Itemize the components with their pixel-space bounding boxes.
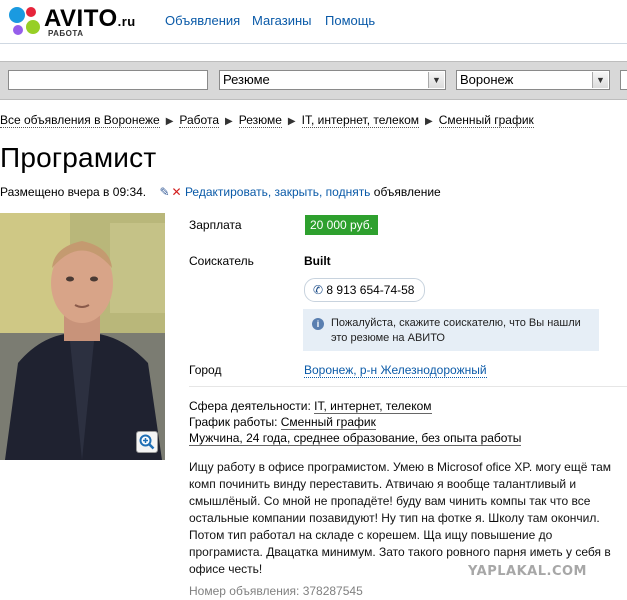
personal-info: Мужчина, 24 года, среднее образование, б… (189, 431, 522, 446)
sphere-link[interactable]: IT, интернет, телеком (314, 399, 432, 414)
close-icon[interactable]: ✕ (172, 185, 182, 199)
ad-number: Номер объявления: 378287545 (189, 584, 363, 598)
personal-row: Мужчина, 24 года, среднее образование, б… (189, 430, 522, 446)
search-input[interactable] (8, 70, 208, 90)
chevron-down-icon: ▼ (428, 72, 444, 88)
zoom-icon[interactable] (136, 431, 158, 453)
city-select-value: Воронеж (460, 72, 514, 87)
chevron-down-icon: ▼ (592, 72, 608, 88)
schedule-link[interactable]: Сменный график (280, 415, 376, 430)
attributes: Сфера деятельности: IT, интернет, телеко… (189, 398, 522, 446)
info-icon: i (312, 318, 324, 330)
notice-box: i Пожалуйста, скажите соискателю, что Вы… (303, 309, 599, 351)
breadcrumb-schedule[interactable]: Сменный график (438, 113, 534, 128)
sphere-label: Сфера деятельности: (189, 399, 311, 413)
avito-logo[interactable]: AVITO.ru РАБОТА (6, 5, 156, 38)
schedule-label: График работы: (189, 415, 278, 429)
nav-help[interactable]: Помощь (325, 13, 375, 28)
phone-number: 8 913 654-74-58 (326, 283, 415, 297)
breadcrumb-resume[interactable]: Резюме (238, 113, 282, 128)
salary-label: Зарплата (189, 218, 242, 232)
page-title: Програмист (0, 142, 157, 173)
logo-suffix: .ru (117, 14, 136, 29)
applicant-photo[interactable] (0, 213, 165, 460)
breadcrumb-work[interactable]: Работа (179, 113, 220, 128)
header: AVITO.ru РАБОТА Объявления Магазины Помо… (0, 0, 627, 42)
nav-shops[interactable]: Магазины (252, 13, 312, 28)
category-select-value: Резюме (223, 72, 270, 87)
logo-subtitle: РАБОТА (48, 29, 84, 38)
edit-link[interactable]: Редактировать, закрыть, поднять (185, 185, 370, 199)
breadcrumb-it[interactable]: IT, интернет, телеком (301, 113, 420, 128)
breadcrumb-all-ads[interactable]: Все объявления в Воронеже (0, 113, 160, 128)
pencil-icon[interactable]: ✎ (159, 185, 169, 199)
watermark: YAPLAKAL.COM (468, 564, 587, 579)
breadcrumb-arrow-icon: ▶ (425, 116, 433, 127)
nav-ads[interactable]: Объявления (165, 13, 240, 28)
breadcrumb-arrow-icon: ▶ (165, 116, 174, 127)
city-link[interactable]: Воронеж, р-н Железнодорожный (304, 363, 487, 378)
breadcrumb-arrow-icon: ▶ (287, 116, 296, 127)
applicant-name: Built (304, 254, 331, 268)
applicant-label: Соискатель (189, 254, 254, 268)
phone-button[interactable]: ✆ 8 913 654-74-58 (304, 278, 426, 302)
breadcrumb: Все объявления в Воронеже ▶ Работа ▶ Резюме ▶… (0, 113, 534, 128)
photo-image (0, 213, 165, 460)
posted-time: Размещено вчера в 09:34. (0, 185, 147, 199)
posted-line: Размещено вчера в 09:34. ✎ ✕ Редактироват… (0, 185, 441, 199)
divider (189, 386, 627, 387)
avito-logo-icon (9, 7, 40, 35)
city-select[interactable]: Воронеж ▼ (456, 70, 610, 90)
phone-icon: ✆ (313, 283, 324, 297)
city-label: Город (189, 363, 222, 377)
salary-badge: 20 000 руб. (305, 215, 378, 235)
breadcrumb-arrow-icon: ▶ (225, 116, 233, 127)
search-button[interactable] (620, 70, 627, 90)
category-select[interactable]: Резюме ▼ (219, 70, 446, 90)
notice-text: Пожалуйста, скажите соискателю, что Вы н… (331, 317, 581, 344)
edit-suffix: объявление (373, 185, 441, 199)
logo-name: AVITO (44, 5, 118, 32)
sphere-row: Сфера деятельности: IT, интернет, телеко… (189, 398, 521, 414)
schedule-row: График работы: Сменный график (189, 414, 521, 430)
ad-description: Ищу работу в офисе програмистом. Умею в … (189, 460, 612, 576)
search-bar: Резюме ▼ Воронеж ▼ (0, 61, 627, 100)
header-divider (0, 43, 627, 44)
